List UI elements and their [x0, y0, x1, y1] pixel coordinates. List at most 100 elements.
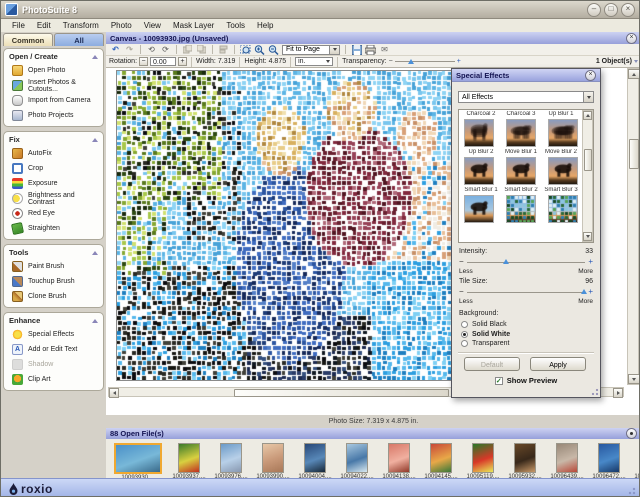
section-header-open-create[interactable]: Open / Create: [4, 51, 103, 63]
apply-button[interactable]: Apply: [530, 357, 586, 371]
sidebar-item-paint-brush[interactable]: Paint Brush: [4, 259, 103, 274]
effect-thumbnail[interactable]: [464, 195, 494, 223]
sidebar-item-touchup-brush[interactable]: Touchup Brush: [4, 274, 103, 289]
menu-file[interactable]: File: [6, 21, 31, 30]
section-header-fix[interactable]: Fix: [4, 134, 103, 146]
effects-list-scrollbar[interactable]: [582, 110, 593, 242]
redo-icon[interactable]: ↷: [124, 45, 135, 55]
effect-thumbnail[interactable]: [464, 157, 494, 185]
effect-label-smart-blur-1[interactable]: Smart Blur 1: [461, 187, 501, 193]
effect-label-smart-blur-2[interactable]: Smart Blur 2: [501, 187, 541, 193]
sidebar-item-insert-photos-cutouts[interactable]: Insert Photos & Cutouts...: [4, 78, 103, 93]
file-thumbnail-10094138[interactable]: 10094138....: [382, 443, 416, 480]
effect-label-move-blur-1[interactable]: Move Blur 1: [501, 149, 541, 155]
sidebar-item-clone-brush[interactable]: Clone Brush: [4, 289, 103, 304]
effects-filter-select[interactable]: All Effects: [458, 91, 594, 103]
effects-close-icon[interactable]: ×: [585, 69, 596, 81]
thumbnail-image[interactable]: [556, 443, 578, 473]
thumbnail-image[interactable]: [430, 443, 452, 473]
radio-button-icon[interactable]: [461, 330, 468, 338]
send-backward-icon[interactable]: [196, 45, 207, 54]
menu-photo[interactable]: Photo: [105, 21, 138, 30]
effect-thumbnail[interactable]: [506, 157, 536, 185]
undo-icon[interactable]: ↶: [110, 45, 121, 55]
objects-dropdown-icon[interactable]: [634, 60, 638, 63]
effect-label-charcoal-2[interactable]: Charcoal 2: [461, 111, 501, 117]
effects-list[interactable]: Charcoal 2 Charcoal 3 Up Blur 1 Up Blur 2 Mo…: [458, 109, 594, 243]
thumbnail-image[interactable]: [304, 443, 326, 473]
effect-label-charcoal-3[interactable]: Charcoal 3: [501, 111, 541, 117]
effect-thumbnail[interactable]: [548, 195, 578, 223]
zoom-selection-icon[interactable]: [240, 44, 251, 55]
thumbnail-image[interactable]: [220, 443, 242, 473]
thumbnail-image[interactable]: [262, 443, 284, 473]
thumbnail-image[interactable]: [178, 443, 200, 473]
tile-size-slider[interactable]: − +: [459, 287, 593, 298]
file-thumbnail-10095932[interactable]: 10095932....: [508, 443, 542, 480]
effect-label-up-blur-1[interactable]: Up Blur 1: [541, 111, 581, 117]
tab-all[interactable]: All: [54, 33, 104, 46]
units-select[interactable]: in.: [295, 57, 334, 66]
section-header-tools[interactable]: Tools: [4, 247, 103, 259]
thumbnail-image[interactable]: [114, 443, 162, 474]
radio-transparent[interactable]: Transparent: [461, 340, 509, 347]
zoom-in-icon[interactable]: [254, 44, 265, 55]
file-thumbnail-10096472[interactable]: 10096472....: [592, 443, 626, 480]
sidebar-item-red-eye[interactable]: Red Eye: [4, 206, 103, 221]
canvas-vscrollbar[interactable]: [627, 68, 639, 385]
print-icon[interactable]: [365, 44, 376, 55]
rotate-right-icon[interactable]: ⟳: [160, 45, 171, 55]
bring-forward-icon[interactable]: [182, 45, 193, 54]
collapse-icon[interactable]: [92, 318, 98, 323]
effect-thumbnail[interactable]: [548, 119, 578, 147]
sidebar-item-crop[interactable]: Crop: [4, 161, 103, 176]
effect-thumbnail[interactable]: [506, 119, 536, 147]
thumbnail-image[interactable]: [472, 443, 494, 473]
effect-label-up-blur-2[interactable]: Up Blur 2: [461, 149, 501, 155]
file-thumbnail-10093976[interactable]: 10093976....: [214, 443, 248, 480]
file-thumbnail-10093937[interactable]: 10093937....: [172, 443, 206, 480]
sidebar-item-exposure[interactable]: Exposure: [4, 176, 103, 191]
menu-tools[interactable]: Tools: [220, 21, 251, 30]
file-thumbnail-10094022[interactable]: 10094022....: [340, 443, 374, 480]
thumbnail-image[interactable]: [346, 443, 368, 473]
file-thumbnail-10094145[interactable]: 10094145....: [424, 443, 458, 480]
files-collapse-icon[interactable]: [626, 428, 637, 439]
save-icon[interactable]: [351, 44, 362, 55]
effects-panel-titlebar[interactable]: Special Effects ×: [452, 69, 600, 82]
menu-view[interactable]: View: [138, 21, 167, 30]
file-thumbnail-10096439[interactable]: 10096439....: [550, 443, 584, 480]
canvas-close-icon[interactable]: ×: [626, 32, 637, 44]
rotate-left-icon[interactable]: ⟲: [146, 45, 157, 55]
menu-help[interactable]: Help: [251, 21, 279, 30]
show-preview-checkbox[interactable]: ✓: [494, 376, 503, 385]
email-icon[interactable]: ✉: [379, 45, 390, 55]
minimize-button[interactable]: –: [587, 2, 601, 17]
intensity-slider[interactable]: − +: [459, 257, 593, 268]
close-button[interactable]: ×: [621, 2, 635, 17]
sidebar-item-photo-projects[interactable]: Photo Projects: [4, 108, 103, 123]
collapse-icon[interactable]: [92, 54, 98, 59]
rotation-decrease-button[interactable]: −: [139, 57, 149, 66]
menu-mask-layer[interactable]: Mask Layer: [167, 21, 220, 30]
thumbnail-image[interactable]: [598, 443, 620, 473]
menu-transform[interactable]: Transform: [57, 21, 105, 30]
tab-common[interactable]: Common: [3, 33, 53, 46]
sidebar-item-special-effects[interactable]: Special Effects: [4, 327, 103, 342]
title-bar[interactable]: PhotoSuite 8 – □ ×: [1, 1, 639, 19]
section-header-enhance[interactable]: Enhance: [4, 315, 103, 327]
rotation-increase-button[interactable]: +: [178, 57, 188, 66]
sidebar-item-brightness-and-contrast[interactable]: Brightness and Contrast: [4, 191, 103, 206]
file-thumbnail-10095119[interactable]: 10095119....: [466, 443, 500, 480]
effect-label-smart-blur-3[interactable]: Smart Blur 3: [541, 187, 581, 193]
photo-mosaic-canvas[interactable]: [116, 70, 460, 381]
file-thumbnail-10093990[interactable]: 10093990....: [256, 443, 290, 480]
maximize-button[interactable]: □: [604, 2, 618, 17]
file-thumbnail-10094004[interactable]: 10094004....: [298, 443, 332, 480]
sidebar-item-autofix[interactable]: AutoFix: [4, 146, 103, 161]
sidebar-item-straighten[interactable]: Straighten: [4, 221, 103, 236]
collapse-icon[interactable]: [92, 250, 98, 255]
radio-button-icon[interactable]: [461, 321, 468, 328]
thumbnail-image[interactable]: [388, 443, 410, 473]
effect-thumbnail[interactable]: [464, 119, 494, 147]
